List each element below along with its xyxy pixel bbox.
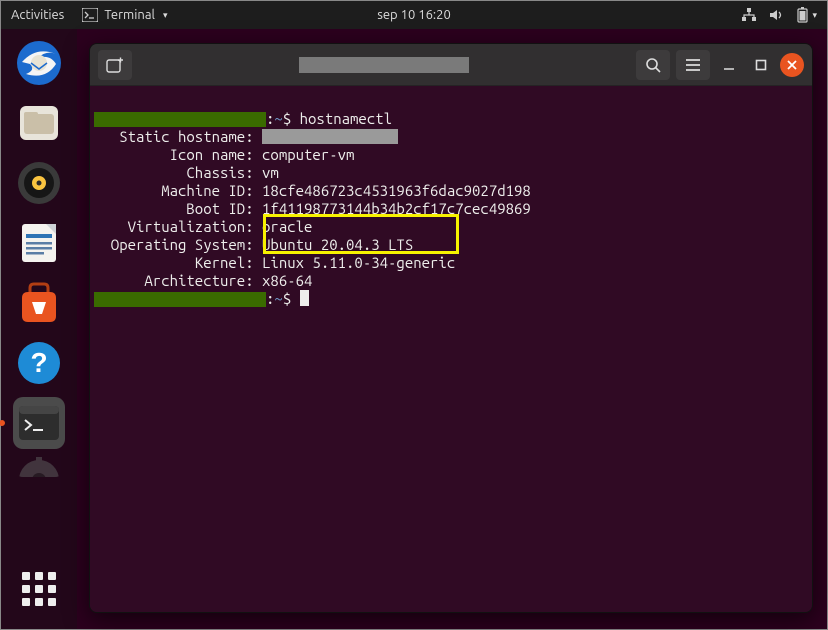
value-virtualization: oracle xyxy=(262,218,312,235)
label-kernel: Kernel: xyxy=(94,254,254,271)
show-applications-button[interactable] xyxy=(13,563,65,615)
redacted-hostname xyxy=(262,129,398,144)
command-text: hostnamectl xyxy=(300,110,392,127)
redacted-user-host: . xyxy=(94,292,266,307)
close-icon xyxy=(787,60,797,70)
dock-item-settings[interactable] xyxy=(13,457,65,477)
redacted-user-host: . xyxy=(94,112,266,127)
chevron-down-icon: ▾ xyxy=(812,10,817,21)
prompt-suffix: $ xyxy=(283,110,291,127)
search-button[interactable] xyxy=(636,50,670,80)
terminal-output[interactable]: .:~$ hostnamectl Static hostname: Icon n… xyxy=(90,86,812,612)
dock-item-files[interactable] xyxy=(13,97,65,149)
battery-icon xyxy=(797,7,808,23)
value-icon-name: computer-vm xyxy=(262,146,354,163)
value-os: Ubuntu 20.04.3 LTS xyxy=(262,236,413,253)
value-arch: x86-64 xyxy=(262,272,312,289)
dock: ? xyxy=(1,29,77,629)
cursor xyxy=(300,290,309,306)
search-icon xyxy=(645,57,661,73)
battery-indicator[interactable]: ▾ xyxy=(797,7,817,23)
activities-button[interactable]: Activities xyxy=(11,8,64,22)
label-arch: Architecture: xyxy=(94,272,254,289)
close-button[interactable] xyxy=(780,53,804,77)
label-os: Operating System: xyxy=(94,236,254,253)
prompt-path: ~ xyxy=(274,290,282,307)
terminal-window: .:~$ hostnamectl Static hostname: Icon n… xyxy=(89,43,813,613)
window-title xyxy=(138,57,630,73)
new-tab-button[interactable] xyxy=(98,50,132,80)
dock-item-ubuntu-software[interactable] xyxy=(13,277,65,329)
label-icon-name: Icon name: xyxy=(94,146,254,163)
dock-item-libreoffice-writer[interactable] xyxy=(13,217,65,269)
dock-item-rhythmbox[interactable] xyxy=(13,157,65,209)
dock-item-thunderbird[interactable] xyxy=(13,37,65,89)
volume-icon[interactable] xyxy=(769,8,785,22)
value-chassis: vm xyxy=(262,164,279,181)
value-kernel: Linux 5.11.0-34-generic xyxy=(262,254,455,271)
hamburger-menu-button[interactable] xyxy=(676,50,710,80)
label-boot-id: Boot ID: xyxy=(94,200,254,217)
minimize-button[interactable] xyxy=(716,52,742,78)
desktop: Activities Terminal ▾ sep 10 16:20 ▾ xyxy=(1,1,827,629)
value-boot-id: 1f41198773144b34b2cf17c7cec49869 xyxy=(262,200,531,217)
hamburger-icon xyxy=(685,58,701,72)
dock-item-help[interactable]: ? xyxy=(13,337,65,389)
label-virtualization: Virtualization: xyxy=(94,218,254,235)
label-machine-id: Machine ID: xyxy=(94,182,254,199)
top-bar: Activities Terminal ▾ sep 10 16:20 ▾ xyxy=(1,1,827,29)
maximize-button[interactable] xyxy=(748,52,774,78)
value-machine-id: 18cfe486723c4531963f6dac9027d198 xyxy=(262,182,531,199)
prompt-path: ~ xyxy=(274,110,282,127)
label-static-hostname: Static hostname: xyxy=(94,128,254,145)
app-menu-label: Terminal xyxy=(104,8,155,22)
svg-text:?: ? xyxy=(30,347,47,378)
dock-item-terminal[interactable] xyxy=(13,397,65,449)
network-icon[interactable] xyxy=(741,8,757,22)
label-chassis: Chassis: xyxy=(94,164,254,181)
prompt-suffix: $ xyxy=(283,290,291,307)
app-menu[interactable]: Terminal ▾ xyxy=(82,8,167,22)
chevron-down-icon: ▾ xyxy=(163,10,168,21)
clock[interactable]: sep 10 16:20 xyxy=(377,8,451,22)
terminal-icon xyxy=(82,8,98,22)
terminal-titlebar[interactable] xyxy=(90,44,812,86)
